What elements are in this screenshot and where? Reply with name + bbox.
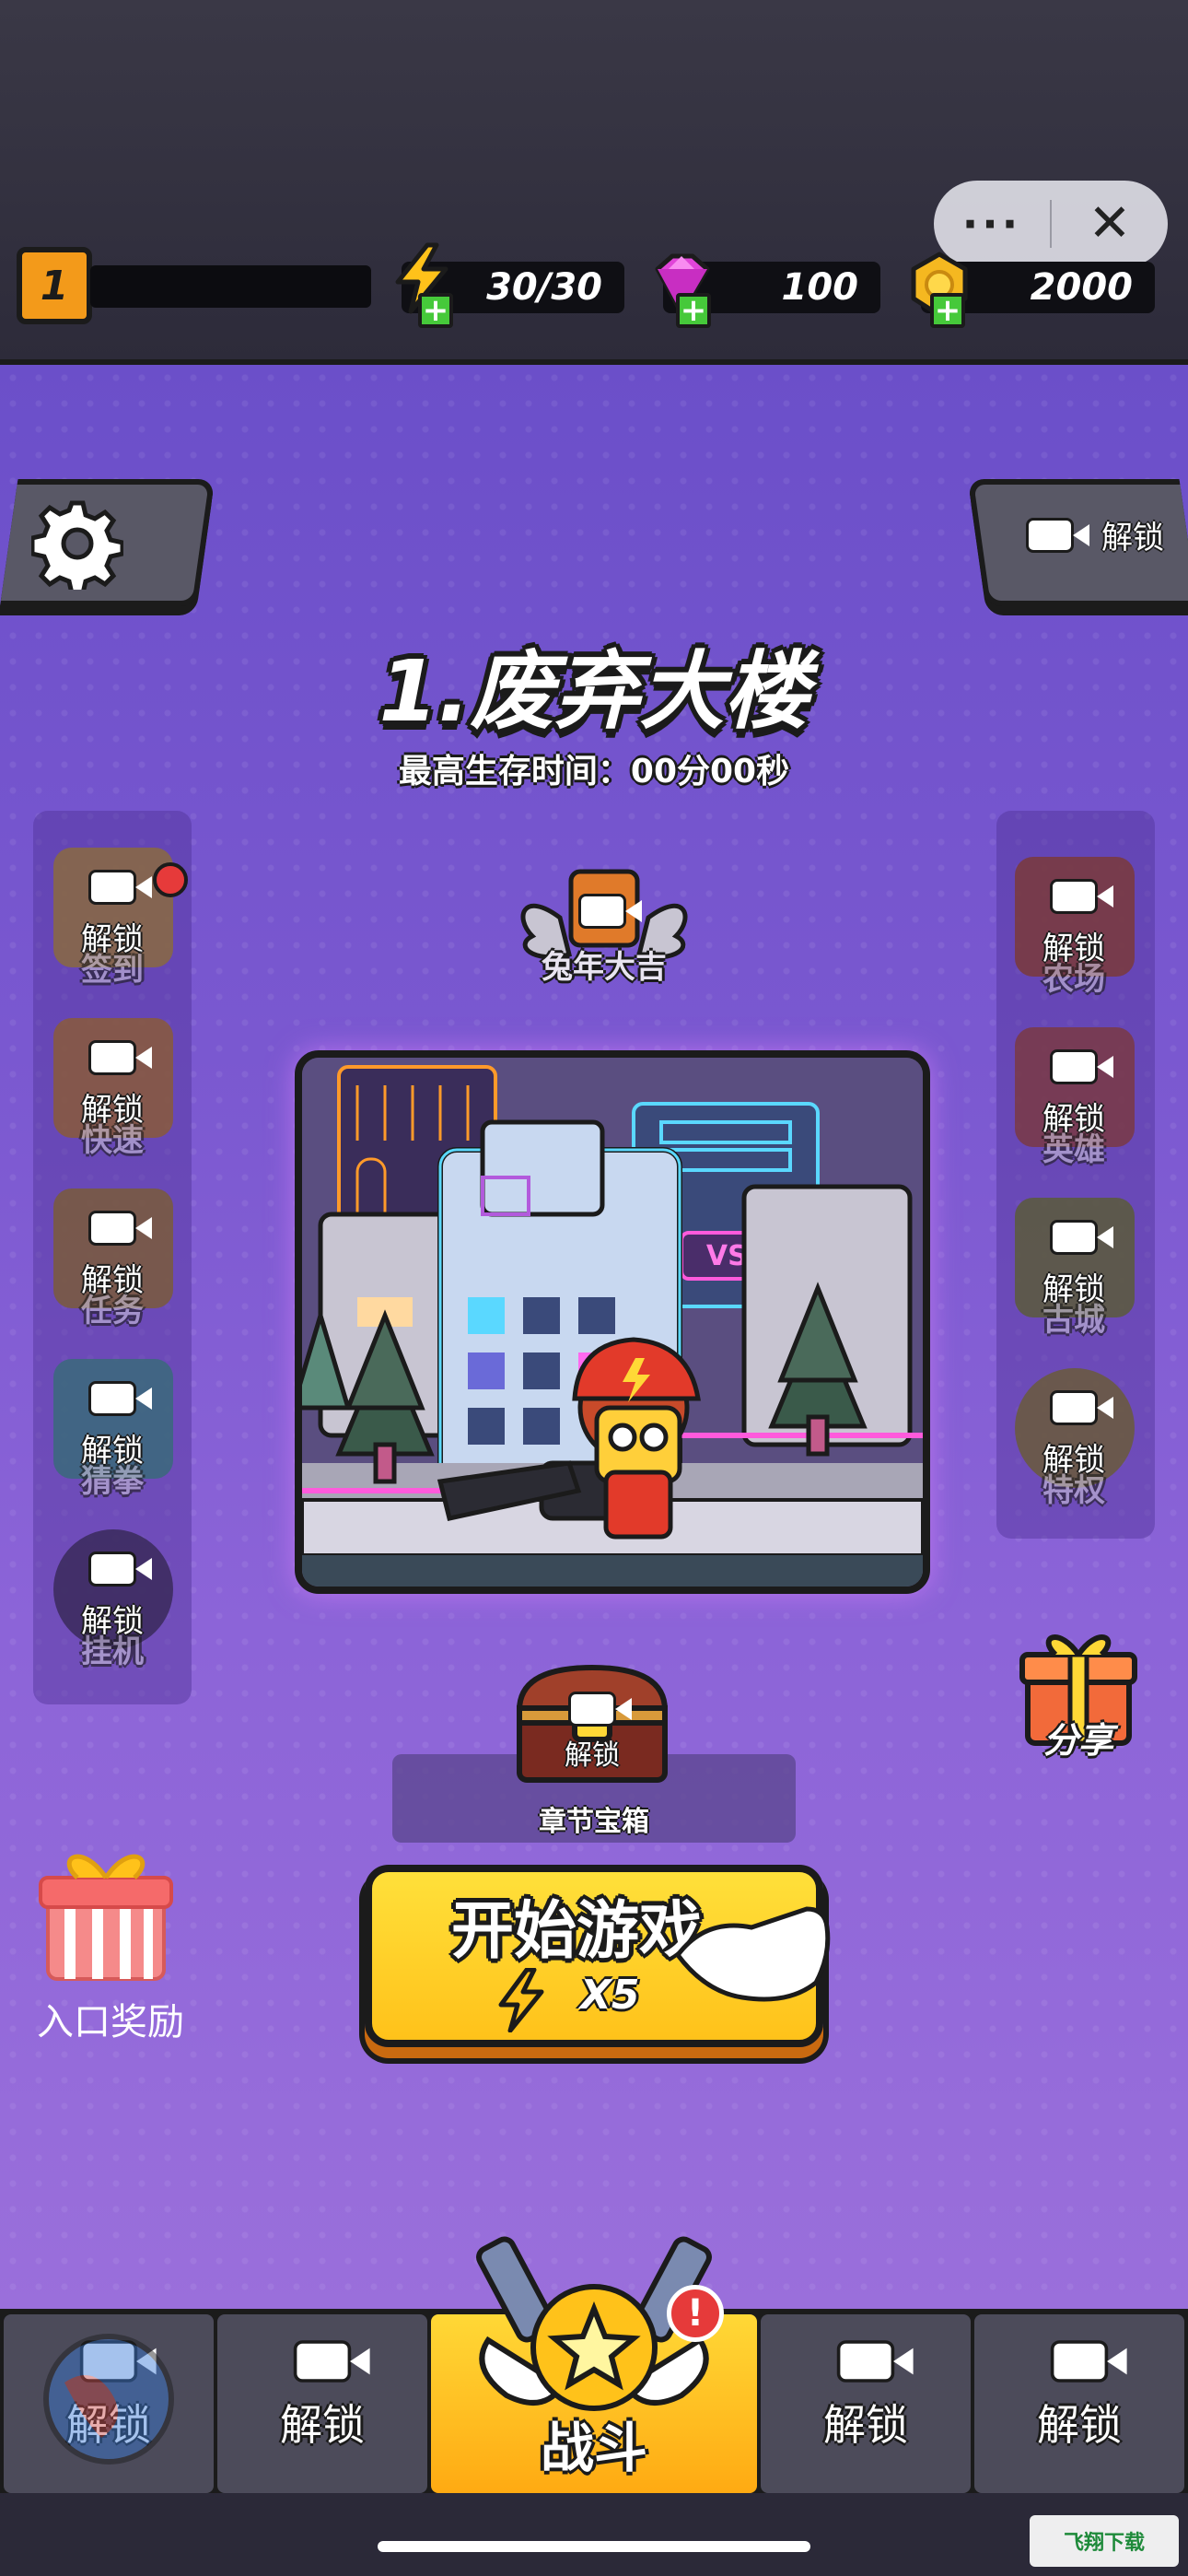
share-label[interactable]: 分享 <box>1009 1712 1147 1762</box>
video-camera-icon <box>88 1381 152 1416</box>
left-menu-sublabel: 任务 <box>81 1293 144 1329</box>
chapter-stage-card[interactable]: VS8F <box>295 1050 930 1594</box>
globe-icon <box>43 2334 174 2465</box>
entry-reward-label: 入口奖励 <box>37 2001 184 2043</box>
nav-tab-label: 解锁 <box>1037 2400 1122 2450</box>
watermark-logo: 飞翔下载 <box>1030 2515 1179 2567</box>
pointing-hand-icon <box>674 1906 831 2002</box>
xp-bar <box>90 265 371 308</box>
level-badge: 1 <box>17 247 92 324</box>
left-menu-sublabel: 签到 <box>81 952 144 989</box>
event-badge-camera <box>578 894 642 932</box>
entry-reward-gift-icon[interactable] <box>28 1833 184 1990</box>
video-camera-icon <box>88 1551 152 1587</box>
chapter-title: 1.废弃大楼 <box>379 642 809 741</box>
right-menu-sublabel: 特权 <box>1042 1472 1105 1509</box>
add-gems-button[interactable]: + <box>676 293 711 328</box>
video-camera-icon <box>88 870 152 905</box>
right-menu-item-ancient-city[interactable]: 解锁 古城 <box>1000 1188 1147 1345</box>
home-indicator[interactable] <box>378 2541 810 2552</box>
right-menu-item-privilege[interactable]: 解锁 特权 <box>1000 1359 1147 1516</box>
top-right-unlock-content: 解锁 <box>1026 512 1164 557</box>
video-camera-icon <box>568 1692 632 1727</box>
video-camera-icon <box>293 2340 370 2383</box>
video-camera-icon <box>1050 2340 1127 2383</box>
video-camera-icon <box>1050 1390 1113 1425</box>
right-menu-sublabel: 英雄 <box>1042 1131 1105 1168</box>
left-menu-item-signin[interactable]: 解锁 签到 <box>39 838 186 995</box>
event-badge-label: 兔年大吉 <box>542 949 667 986</box>
top-right-unlock-label: 解锁 <box>1101 520 1164 556</box>
nav-tab-label: 解锁 <box>823 2400 908 2450</box>
city-scene-illustration: VS8F <box>302 1058 923 1587</box>
video-camera-icon <box>1050 1049 1113 1084</box>
video-camera-icon <box>88 1040 152 1075</box>
chest-unlock-overlay: 解锁 <box>508 1692 676 1773</box>
video-camera-icon <box>836 2340 914 2383</box>
right-menu-item-hero[interactable]: 解锁 英雄 <box>1000 1018 1147 1175</box>
video-camera-icon <box>578 894 642 929</box>
left-menu-sublabel: 快速 <box>81 1122 144 1159</box>
gear-icon[interactable] <box>31 498 123 590</box>
video-camera-icon <box>1026 517 1089 553</box>
video-camera-icon <box>88 1211 152 1246</box>
right-menu-sublabel: 农场 <box>1042 961 1105 998</box>
left-menu-item-idle[interactable]: 解锁 挂机 <box>39 1520 186 1677</box>
left-menu-sublabel: 挂机 <box>81 1633 144 1670</box>
right-menu-sublabel: 古城 <box>1042 1302 1105 1339</box>
video-camera-icon <box>1050 1220 1113 1255</box>
battle-alert-badge: ! <box>667 2285 724 2342</box>
add-energy-button[interactable]: + <box>418 293 453 328</box>
resource-bar: 1 30/30 + 100 + 2000 + <box>0 240 1188 359</box>
nav-tab-label: 解锁 <box>280 2400 365 2450</box>
best-survival-time: 最高生存时间：00分00秒 <box>398 753 790 790</box>
home-indicator-area <box>0 2493 1188 2576</box>
notification-dot <box>153 862 188 897</box>
left-menu-item-task[interactable]: 解锁 任务 <box>39 1179 186 1336</box>
lightning-icon <box>498 1968 544 2032</box>
battle-label: 战斗 <box>540 2417 647 2479</box>
right-menu-item-farm[interactable]: 解锁 农场 <box>1000 848 1147 1004</box>
left-menu-item-fast[interactable]: 解锁 快速 <box>39 1009 186 1165</box>
start-cost: X5 <box>580 1972 640 2019</box>
add-coins-button[interactable]: + <box>930 293 965 328</box>
left-menu-sublabel: 猜拳 <box>81 1463 144 1500</box>
left-menu-item-rps[interactable]: 解锁 猜拳 <box>39 1350 186 1506</box>
video-camera-icon <box>1050 879 1113 914</box>
chest-caption: 章节宝箱 <box>539 1806 649 1838</box>
chest-unlock-label: 解锁 <box>565 1739 620 1772</box>
